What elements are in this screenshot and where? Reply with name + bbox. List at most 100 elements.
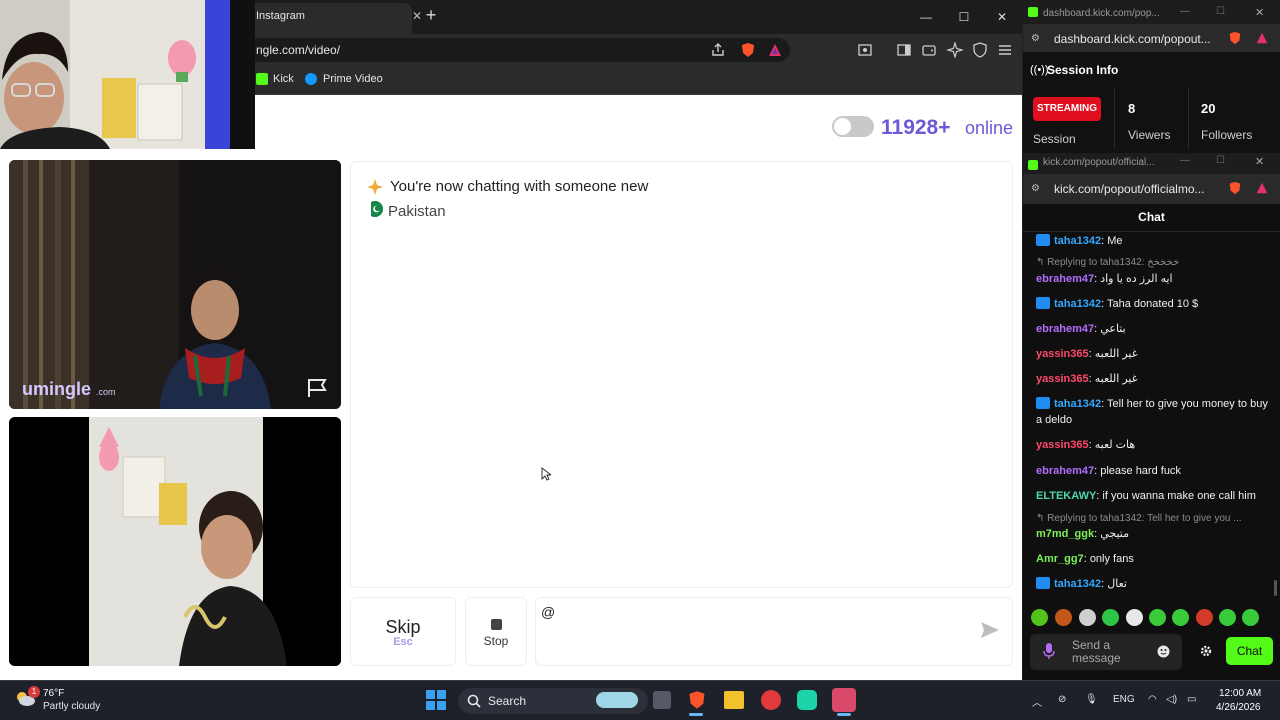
- send-icon[interactable]: [980, 621, 1000, 639]
- emote-icon[interactable]: [1079, 609, 1096, 626]
- online-label: online: [965, 118, 1014, 138]
- chat-message: yassin365: هات لعبه: [1036, 439, 1136, 451]
- wallet-icon[interactable]: [921, 42, 937, 58]
- emote-icon[interactable]: [1031, 609, 1048, 626]
- brave-shield-icon[interactable]: [740, 42, 756, 58]
- maximize-icon[interactable]: ☐: [1216, 155, 1225, 166]
- chat-scrollbar[interactable]: [1274, 580, 1277, 596]
- microphone-icon[interactable]: [1043, 643, 1055, 659]
- message-input-value[interactable]: @: [541, 604, 555, 620]
- chat-username[interactable]: yassin365: [1036, 373, 1089, 385]
- file-explorer-icon[interactable]: [724, 691, 744, 709]
- tray-overflow-icon[interactable]: ︿: [1032, 694, 1042, 709]
- chat-username[interactable]: yassin365: [1036, 348, 1089, 360]
- session-popout-url[interactable]: dashboard.kick.com/popout...: [1054, 32, 1211, 46]
- wifi-icon[interactable]: ◠: [1148, 694, 1157, 705]
- reply-context: ↰ Replying to taha1342: خخخخخ: [1036, 257, 1180, 268]
- maximize-icon[interactable]: ☐: [1216, 6, 1225, 17]
- chat-status-text: You're now chatting with someone new: [390, 178, 649, 195]
- chat-username[interactable]: taha1342: [1054, 398, 1101, 410]
- chat-input-placeholder[interactable]: Send a message: [1072, 639, 1132, 665]
- emote-icon[interactable]: [1219, 609, 1236, 626]
- message-input[interactable]: [535, 597, 1013, 666]
- weather-description[interactable]: Partly cloudy: [43, 701, 100, 712]
- stop-label[interactable]: Stop: [465, 634, 527, 648]
- emote-icon[interactable]: [1055, 609, 1072, 626]
- stop-button[interactable]: [465, 597, 527, 666]
- subscriber-badge-icon: [1036, 397, 1050, 409]
- chat-username[interactable]: yassin365: [1036, 439, 1089, 451]
- brave-browser-icon[interactable]: [687, 690, 707, 710]
- emote-icon[interactable]: [1149, 609, 1166, 626]
- brave-shield-icon[interactable]: [1228, 181, 1242, 195]
- volume-icon[interactable]: ◁): [1166, 694, 1177, 705]
- brave-shield-icon[interactable]: [1228, 31, 1242, 45]
- site-settings-icon[interactable]: ⚙: [1031, 183, 1040, 194]
- brave-rewards-icon[interactable]: [1255, 181, 1269, 195]
- stop-icon[interactable]: [491, 619, 502, 630]
- tab-close-icon[interactable]: ✕: [410, 9, 424, 23]
- sidebar-icon[interactable]: [896, 42, 912, 58]
- emote-icon[interactable]: [1172, 609, 1189, 626]
- chat-username[interactable]: ebrahem47: [1036, 465, 1094, 477]
- chat-username[interactable]: taha1342: [1054, 235, 1101, 247]
- windows-start-icon[interactable]: [426, 690, 446, 710]
- weather-temperature[interactable]: 76°F: [43, 688, 64, 699]
- chat-username[interactable]: Amr_gg7: [1036, 553, 1084, 565]
- prime-video-icon[interactable]: [305, 73, 317, 85]
- search-icon[interactable]: [467, 694, 481, 708]
- site-settings-icon[interactable]: ⚙: [1031, 33, 1040, 44]
- share-icon[interactable]: [710, 42, 726, 58]
- bookmark-kick[interactable]: Kick: [273, 73, 294, 85]
- report-flag-icon[interactable]: [306, 377, 330, 399]
- chat-username[interactable]: ebrahem47: [1036, 273, 1094, 285]
- emote-icon[interactable]: [1102, 609, 1119, 626]
- chat-popout-url[interactable]: kick.com/popout/officialmo...: [1054, 182, 1205, 196]
- task-view-icon[interactable]: [653, 691, 671, 709]
- send-chat-button[interactable]: Chat: [1226, 637, 1273, 665]
- maximize-icon[interactable]: ☐: [955, 8, 973, 26]
- new-tab-icon[interactable]: +: [423, 5, 439, 26]
- chat-username[interactable]: ELTEKAWY: [1036, 490, 1096, 502]
- bookmark-prime-video[interactable]: Prime Video: [323, 73, 383, 85]
- minimize-icon[interactable]: —: [1180, 155, 1190, 166]
- emote-icon[interactable]: [1242, 609, 1259, 626]
- clock-date[interactable]: 4/26/2026: [1216, 702, 1261, 713]
- battery-icon[interactable]: ▭: [1187, 694, 1196, 705]
- brave-rewards-icon[interactable]: [767, 42, 783, 58]
- skip-shortcut-hint: Esc: [393, 636, 413, 648]
- language-indicator[interactable]: ENG: [1113, 694, 1135, 705]
- close-window-icon[interactable]: ✕: [1255, 155, 1264, 168]
- skip-label[interactable]: Skip: [350, 617, 456, 638]
- url-text[interactable]: ngle.com/video/: [256, 43, 340, 57]
- chat-username[interactable]: m7md_ggk: [1036, 528, 1094, 540]
- chat-username[interactable]: taha1342: [1054, 298, 1101, 310]
- minimize-icon[interactable]: —: [1180, 6, 1190, 17]
- emote-icon[interactable]: [1126, 609, 1143, 626]
- emoji-icon[interactable]: [1157, 645, 1170, 658]
- chat-username[interactable]: taha1342: [1054, 578, 1101, 590]
- close-window-icon[interactable]: ✕: [1255, 6, 1264, 19]
- minimize-icon[interactable]: —: [917, 8, 935, 26]
- network-off-icon[interactable]: ⊘: [1058, 694, 1066, 705]
- kick-logo-icon[interactable]: [256, 73, 268, 85]
- app-icon[interactable]: [761, 690, 781, 710]
- close-window-icon[interactable]: ✕: [993, 8, 1011, 26]
- microphone-tray-icon[interactable]: 🎙: [1085, 694, 1098, 705]
- chat-username[interactable]: ebrahem47: [1036, 323, 1094, 335]
- app-icon[interactable]: [797, 690, 817, 710]
- search-highlight-icon[interactable]: [596, 692, 638, 708]
- vpn-icon[interactable]: [972, 42, 988, 58]
- brave-rewards-icon[interactable]: [1255, 31, 1269, 45]
- taskbar-search-label[interactable]: Search: [488, 694, 526, 708]
- emote-icon[interactable]: [1196, 609, 1213, 626]
- menu-icon[interactable]: [997, 42, 1013, 58]
- clock-time[interactable]: 12:00 AM: [1219, 688, 1261, 699]
- active-app-icon[interactable]: [832, 688, 856, 712]
- stranger-country: Pakistan: [388, 203, 446, 220]
- subscriber-badge-icon: [1036, 577, 1050, 589]
- screenshot-icon[interactable]: [857, 42, 873, 58]
- leo-ai-icon[interactable]: [947, 42, 963, 58]
- chat-text: ايه الرز ده يا واد: [1100, 273, 1173, 285]
- gear-icon[interactable]: [1199, 644, 1213, 658]
